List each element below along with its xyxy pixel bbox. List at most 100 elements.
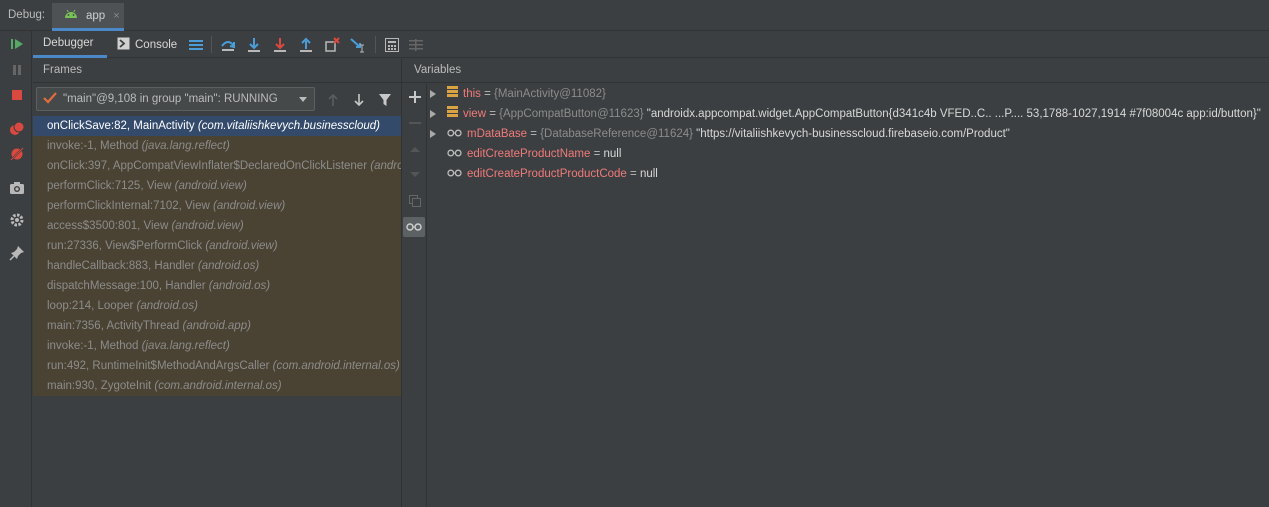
frame-package: (com.vitaliishkevych.businesscloud) [197, 120, 380, 132]
frame-row[interactable]: onClick:397, AppCompatViewInflater$Decla… [33, 156, 401, 176]
frame-row[interactable]: run:492, RuntimeInit$MethodAndArgsCaller… [33, 356, 401, 376]
frame-row[interactable]: invoke:-1, Method (java.lang.reflect) [33, 136, 401, 156]
step-over-icon[interactable] [219, 36, 236, 53]
variable-type: {MainActivity@11082} [494, 88, 606, 101]
frame-row[interactable]: main:7356, ActivityThread (android.app) [33, 316, 401, 336]
variable-row[interactable]: editCreateProductName = null [427, 144, 1269, 164]
chevron-down-icon [299, 97, 307, 102]
frame-package: (com.android.internal.os) [154, 380, 282, 392]
frames-controls: "main"@9,108 in group "main": RUNNING [33, 84, 401, 115]
debugger-toolbar: Debugger Console [33, 31, 1269, 58]
move-watch-down-icon[interactable] [406, 166, 423, 183]
frame-row[interactable]: onClickSave:82, MainActivity (com.vitali… [33, 116, 401, 136]
field-icon [447, 84, 458, 104]
duplicate-watch-icon[interactable] [406, 192, 423, 209]
expand-triangle-icon[interactable] [430, 90, 436, 98]
thread-selector-dropdown[interactable]: "main"@9,108 in group "main": RUNNING [36, 87, 315, 111]
variable-equals: = [590, 148, 604, 161]
new-watch-plus-icon[interactable] [406, 88, 423, 105]
variables-side-toolbar [402, 84, 427, 507]
frame-package: (android.os) [136, 300, 198, 312]
expand-triangle-icon[interactable] [430, 130, 436, 138]
frames-list: onClickSave:82, MainActivity (com.vitali… [33, 116, 401, 396]
frame-package: (android.app) [182, 320, 251, 332]
tab-debugger[interactable]: Debugger [33, 31, 107, 58]
variable-type: {DatabaseReference@11624} [540, 128, 697, 141]
frame-row[interactable]: invoke:-1, Method (java.lang.reflect) [33, 336, 401, 356]
variable-row[interactable]: editCreateProductProductCode = null [427, 164, 1269, 184]
frame-method: dispatchMessage:100, Handler [47, 280, 209, 292]
checkmark-icon [43, 91, 57, 107]
view-breakpoints-icon[interactable] [8, 120, 25, 137]
variable-value: "androidx.appcompat.widget.AppCompatButt… [646, 108, 1261, 121]
trace-current-stream-icon[interactable] [407, 36, 424, 53]
frame-method: main:7356, ActivityThread [47, 320, 183, 332]
thread-selector-value: "main"@9,108 in group "main": RUNNING [63, 93, 278, 105]
frame-method: performClickInternal:7102, View [47, 200, 213, 212]
variable-value: null [603, 148, 622, 161]
tab-app-label: app [86, 9, 106, 22]
frame-row[interactable]: handleCallback:883, Handler (android.os) [33, 256, 401, 276]
run-to-cursor-icon[interactable] [349, 36, 366, 53]
variable-equals: = [486, 108, 500, 121]
expand-triangle-icon[interactable] [430, 110, 436, 118]
variables-header: Variables [402, 59, 1269, 83]
frame-row[interactable]: performClickInternal:7102, View (android… [33, 196, 401, 216]
tab-app[interactable]: app × [52, 3, 124, 31]
pin-icon[interactable] [8, 244, 25, 261]
mute-breakpoints-icon[interactable] [8, 145, 25, 162]
settings-gear-icon[interactable] [8, 211, 25, 228]
frame-method: invoke:-1, Method [47, 140, 142, 152]
variable-row[interactable]: mDataBase = {DatabaseReference@11624} "h… [427, 124, 1269, 144]
evaluate-expression-icon[interactable] [383, 36, 400, 53]
frame-row[interactable]: performClick:7125, View (android.view) [33, 176, 401, 196]
frame-package: (android.view) [171, 220, 244, 232]
move-watch-up-icon[interactable] [406, 140, 423, 157]
frames-title: Frames [43, 64, 82, 76]
variable-equals: = [480, 88, 495, 101]
stop-icon[interactable] [8, 86, 25, 103]
frame-row[interactable]: access$3500:801, View (android.view) [33, 216, 401, 236]
step-into-icon[interactable] [245, 36, 262, 53]
frame-method: run:27336, View$PerformClick [47, 240, 206, 252]
close-icon[interactable]: × [113, 10, 119, 22]
show-watches-glasses-icon[interactable] [403, 217, 425, 237]
frames-empty-area [33, 396, 401, 507]
frame-package: (java.lang.reflect) [141, 340, 230, 352]
tab-debugger-label: Debugger [43, 37, 94, 49]
next-frame-arrow-down-icon[interactable] [350, 91, 367, 108]
resume-icon[interactable] [8, 35, 25, 52]
variable-name: view [463, 108, 487, 121]
watch-glasses-icon [447, 164, 462, 184]
debug-tool-window-header: Debug: app × [0, 0, 1269, 31]
frame-row[interactable]: run:27336, View$PerformClick (android.vi… [33, 236, 401, 256]
frame-method: performClick:7125, View [47, 180, 175, 192]
frame-row[interactable]: loop:214, Looper (android.os) [33, 296, 401, 316]
console-icon [117, 37, 130, 53]
variable-equals: = [626, 168, 640, 181]
variable-name: this [463, 88, 481, 101]
frame-method: handleCallback:883, Handler [47, 260, 198, 272]
frame-method: run:492, RuntimeInit$MethodAndArgsCaller [47, 360, 273, 372]
step-out-icon[interactable] [297, 36, 314, 53]
filter-icon[interactable] [376, 91, 393, 108]
pause-icon[interactable] [8, 61, 25, 78]
frame-method: onClickSave:82, MainActivity [47, 120, 198, 132]
field-icon [447, 104, 458, 124]
force-step-into-icon[interactable] [271, 36, 288, 53]
frame-row[interactable]: main:930, ZygoteInit (com.android.intern… [33, 376, 401, 396]
debug-actions-strip [0, 31, 32, 507]
frame-row[interactable]: dispatchMessage:100, Handler (android.os… [33, 276, 401, 296]
variable-equals: = [527, 128, 541, 141]
camera-icon[interactable] [8, 179, 25, 196]
remove-watch-minus-icon[interactable] [406, 114, 423, 131]
previous-frame-arrow-up-icon[interactable] [324, 91, 341, 108]
drop-frame-icon[interactable] [323, 36, 340, 53]
variable-row[interactable]: view = {AppCompatButton@11623} "androidx… [427, 104, 1269, 124]
frame-method: main:930, ZygoteInit [47, 380, 155, 392]
layout-menu-icon[interactable] [187, 36, 204, 53]
variables-title: Variables [414, 64, 462, 76]
frames-header: Frames [33, 59, 401, 83]
variable-row[interactable]: this = {MainActivity@11082} [427, 84, 1269, 104]
tab-console[interactable]: Console [117, 31, 177, 58]
